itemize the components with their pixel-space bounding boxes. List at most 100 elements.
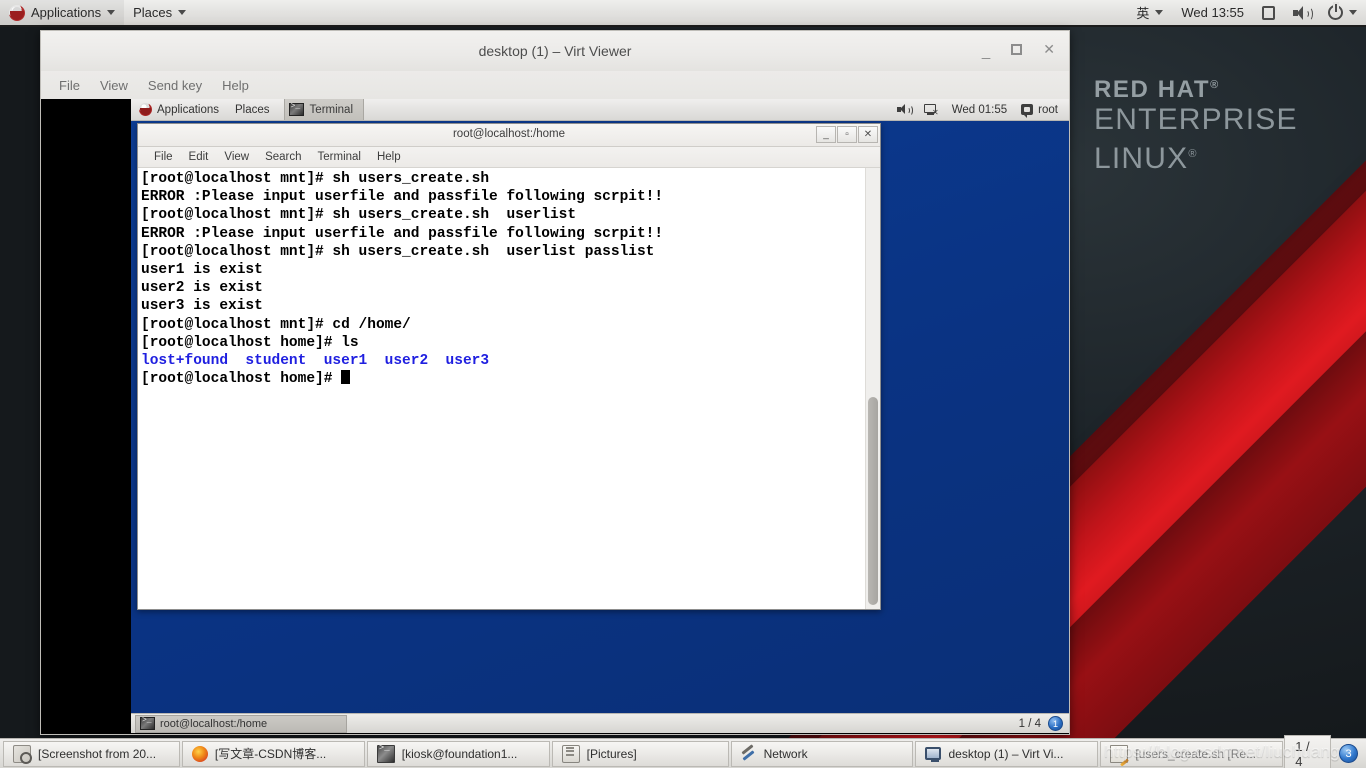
terminal-line: [root@localhost mnt]# cd /home/	[141, 316, 411, 333]
chevron-down-icon	[107, 10, 116, 15]
terminal-menu-file[interactable]: File	[146, 150, 181, 164]
menu-help[interactable]: Help	[212, 76, 259, 95]
guest-panel-status-area: ✕ Wed 01:55 root	[890, 99, 1069, 120]
guest-window-list-terminal[interactable]: Terminal	[283, 99, 365, 120]
terminal-close-button[interactable]: ✕	[858, 126, 878, 143]
taskbar-item-text-editor[interactable]: [users_create.sh [Re...	[1100, 740, 1284, 767]
terminal-minimize-button[interactable]: _	[816, 126, 836, 143]
guest-taskbar-item-terminal[interactable]: root@localhost:/home	[135, 714, 347, 733]
host-workspace-switcher[interactable]: 1 / 4 3	[1284, 734, 1364, 768]
host-bottom-taskbar: [Screenshot from 20... [写文章-CSDN博客... [k…	[0, 734, 1366, 768]
system-menu-button[interactable]	[1319, 0, 1366, 25]
redhat-logo-icon	[139, 103, 152, 116]
terminal-menu-help[interactable]: Help	[369, 150, 409, 164]
maximize-button[interactable]	[1011, 43, 1023, 55]
terminal-titlebar[interactable]: root@localhost:/home _ ▫ ✕	[138, 124, 880, 147]
host-places-menu[interactable]: Places	[124, 0, 195, 25]
terminal-icon	[376, 743, 395, 763]
terminal-output[interactable]: [root@localhost mnt]# sh users_create.sh…	[138, 168, 865, 609]
terminal-line: lost+found student user1 user2 user3	[141, 352, 865, 370]
host-top-panel: Applications Places 英 Wed 13:55	[0, 0, 1366, 27]
guest-places-label: Places	[235, 103, 270, 116]
terminal-maximize-button[interactable]: ▫	[837, 126, 857, 143]
terminal-body[interactable]: [root@localhost mnt]# sh users_create.sh…	[138, 168, 880, 609]
guest-places-menu[interactable]: Places	[227, 99, 278, 120]
screenshot-icon	[13, 744, 32, 764]
host-workspace-badge[interactable]: 3	[1339, 744, 1358, 763]
terminal-menu-terminal[interactable]: Terminal	[310, 150, 369, 164]
taskbar-item-terminal[interactable]: [kiosk@foundation1...	[366, 740, 550, 767]
terminal-line: [root@localhost mnt]# sh users_create.sh…	[141, 207, 577, 224]
terminal-icon	[140, 716, 155, 730]
terminal-line: user2 is exist	[141, 280, 263, 297]
volume-button[interactable]	[1284, 0, 1319, 25]
brand-line-3: LINUX	[1094, 142, 1189, 175]
guest-screen: Applications Places Terminal	[131, 99, 1069, 733]
guest-applications-menu[interactable]: Applications	[131, 99, 227, 120]
taskbar-item-pictures[interactable]: [Pictures]	[551, 740, 729, 767]
terminal-line: [root@localhost mnt]# sh users_create.sh…	[141, 243, 655, 260]
terminal-title: root@localhost:/home	[452, 128, 566, 140]
menu-send-key[interactable]: Send key	[138, 76, 212, 95]
guest-network-button[interactable]: ✕	[917, 99, 945, 120]
guest-taskbar-item-label: root@localhost:/home	[160, 717, 268, 730]
terminal-line: ERROR :Please input userfile and passfil…	[141, 189, 664, 206]
brand-line-2: ENTERPRISE	[1094, 103, 1298, 136]
terminal-scrollbar[interactable]	[865, 168, 880, 609]
guest-clock-label: Wed 01:55	[951, 103, 1008, 116]
firefox-icon	[191, 745, 208, 762]
monitor-icon	[925, 747, 942, 762]
chevron-down-icon	[1349, 10, 1357, 15]
minimize-button[interactable]: _	[982, 44, 990, 59]
terminal-line: [root@localhost mnt]# sh users_create.sh	[141, 171, 490, 187]
taskbar-item-label: [kiosk@foundation1...	[401, 746, 518, 761]
guest-workspace-text: 1 / 4	[1018, 717, 1041, 730]
guest-active-task-label: Terminal	[309, 103, 354, 116]
guest-workspace-switcher[interactable]: 1 / 4 1	[1019, 716, 1069, 731]
chevron-down-icon	[1155, 10, 1164, 15]
terminal-window-controls: _ ▫ ✕	[816, 126, 878, 143]
network-tools-icon	[741, 743, 757, 762]
guest-user-menu[interactable]: root	[1014, 99, 1065, 120]
guest-workspace-badge[interactable]: 1	[1048, 716, 1063, 731]
virt-viewer-window-controls: _ ✕	[982, 42, 1055, 59]
menu-file[interactable]: File	[49, 76, 90, 95]
taskbar-item-screenshot[interactable]: [Screenshot from 20...	[3, 740, 180, 767]
display-settings-button[interactable]	[1253, 0, 1284, 25]
terminal-cursor	[341, 370, 351, 385]
close-button[interactable]: ✕	[1043, 42, 1055, 56]
taskbar-item-network[interactable]: Network	[730, 740, 914, 767]
host-applications-menu[interactable]: Applications	[0, 0, 125, 25]
terminal-scrollbar-thumb[interactable]	[868, 397, 878, 605]
guest-desktop[interactable]: root@localhost:/home _ ▫ ✕ File Edit Vie…	[131, 121, 1069, 713]
volume-icon	[896, 104, 913, 116]
terminal-line-directory-listing: lost+found student user1 user2 user3	[141, 353, 490, 370]
terminal-menu-view[interactable]: View	[216, 150, 257, 164]
guest-volume-button[interactable]	[890, 99, 917, 120]
terminal-icon	[288, 102, 304, 116]
taskbar-item-label: Network	[763, 746, 808, 761]
input-method-indicator[interactable]: 英	[1127, 0, 1172, 25]
terminal-window[interactable]: root@localhost:/home _ ▫ ✕ File Edit Vie…	[137, 123, 881, 610]
host-workspace-text: 1 / 4	[1284, 734, 1332, 768]
terminal-line: user1 is exist	[141, 262, 263, 279]
menu-view[interactable]: View	[90, 76, 138, 95]
terminal-line: [root@localhost home]#	[141, 370, 865, 388]
host-clock-label: Wed 13:55	[1181, 5, 1244, 20]
taskbar-item-label: [Screenshot from 20...	[38, 746, 157, 761]
guest-applications-label: Applications	[157, 103, 220, 116]
display-icon	[1262, 5, 1275, 20]
network-disconnected-icon: ✕	[923, 103, 939, 116]
guest-display-area[interactable]: Applications Places Terminal	[40, 99, 1070, 735]
virt-viewer-title: desktop (1) – Virt Viewer	[478, 43, 632, 59]
guest-clock[interactable]: Wed 01:55	[945, 99, 1014, 120]
taskbar-item-label: desktop (1) – Virt Vi...	[948, 746, 1064, 761]
taskbar-item-virt-viewer[interactable]: desktop (1) – Virt Vi...	[915, 740, 1099, 767]
virt-viewer-window[interactable]: desktop (1) – Virt Viewer _ ✕ File View …	[40, 30, 1070, 735]
taskbar-item-firefox[interactable]: [写文章-CSDN博客...	[181, 740, 365, 767]
terminal-menu-edit[interactable]: Edit	[181, 150, 217, 164]
file-manager-icon	[561, 744, 580, 763]
virt-viewer-titlebar[interactable]: desktop (1) – Virt Viewer _ ✕	[40, 30, 1070, 71]
host-clock[interactable]: Wed 13:55	[1172, 0, 1253, 25]
terminal-menu-search[interactable]: Search	[257, 150, 309, 164]
